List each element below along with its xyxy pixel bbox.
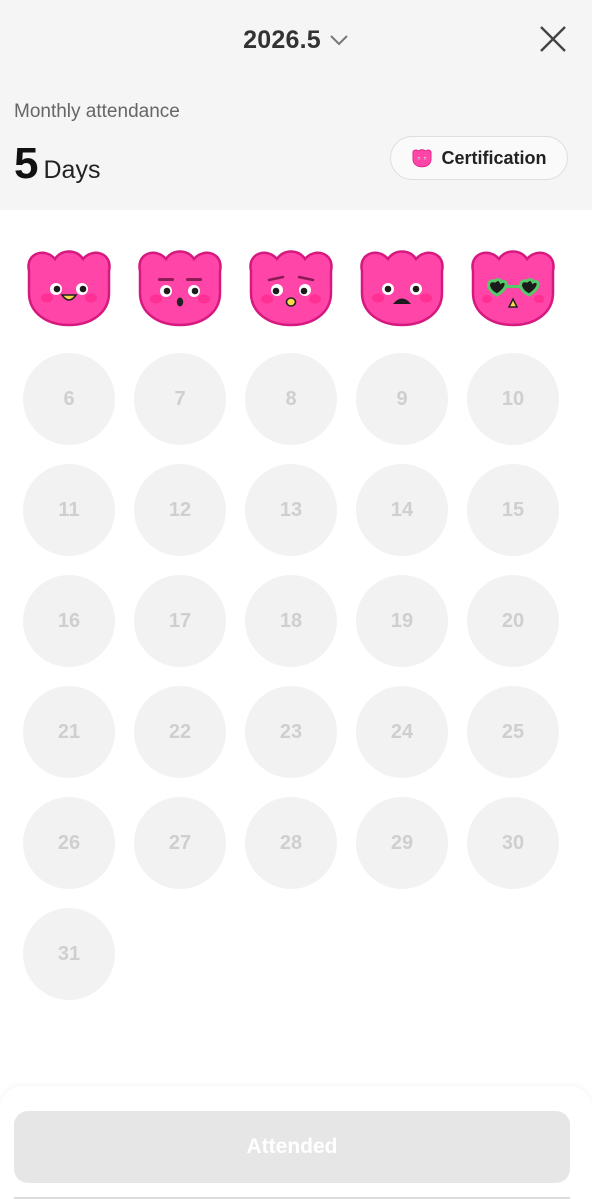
calendar-day-stamped xyxy=(356,249,448,341)
day-circle: 10 xyxy=(467,353,559,445)
calendar-day: 10 xyxy=(467,353,559,445)
calendar-day: 21 xyxy=(23,686,115,778)
calendar-day: 13 xyxy=(245,464,337,556)
mascot-stamp-icon xyxy=(360,250,444,327)
day-circle: 6 xyxy=(23,353,115,445)
day-circle: 26 xyxy=(23,797,115,889)
day-number: 25 xyxy=(501,720,525,743)
attendance-calendar: 6 7 8 9 10 11 12 13 14 15 16 17 18 19 20 21 22 23 24 25 26 27… xyxy=(0,0,592,1050)
day-circle: 28 xyxy=(245,797,337,889)
calendar-day: 28 xyxy=(245,797,337,889)
calendar-day: 31 xyxy=(23,908,115,1000)
day-circle: 27 xyxy=(134,797,226,889)
calendar-day: 7 xyxy=(134,353,226,445)
calendar-day: 20 xyxy=(467,575,559,667)
calendar-day: 14 xyxy=(356,464,448,556)
day-circle: 8 xyxy=(245,353,337,445)
day-number: 28 xyxy=(279,831,303,854)
day-number: 29 xyxy=(390,831,414,854)
calendar-day: 25 xyxy=(467,686,559,778)
day-circle: 21 xyxy=(23,686,115,778)
calendar-day: 12 xyxy=(134,464,226,556)
calendar-day-stamped xyxy=(245,249,337,341)
mascot-stamp-icon xyxy=(138,250,222,327)
day-circle: 23 xyxy=(245,686,337,778)
day-circle: 19 xyxy=(356,575,448,667)
calendar-day: 30 xyxy=(467,797,559,889)
footer: Attended xyxy=(0,1086,592,1199)
day-number: 15 xyxy=(501,498,525,521)
calendar-day: 17 xyxy=(134,575,226,667)
calendar-day-stamped xyxy=(134,249,226,341)
day-circle: 30 xyxy=(467,797,559,889)
day-circle: 7 xyxy=(134,353,226,445)
day-circle: 12 xyxy=(134,464,226,556)
mascot-stamp-icon xyxy=(249,250,333,327)
calendar-day: 15 xyxy=(467,464,559,556)
calendar-day: 26 xyxy=(23,797,115,889)
attended-label: Attended xyxy=(246,1135,338,1158)
calendar-day: 22 xyxy=(134,686,226,778)
day-circle: 24 xyxy=(356,686,448,778)
day-number: 17 xyxy=(168,609,192,632)
day-circle: 11 xyxy=(23,464,115,556)
calendar-day: 11 xyxy=(23,464,115,556)
day-number: 24 xyxy=(390,720,414,743)
mascot-stamp-icon xyxy=(471,250,555,327)
day-circle: 25 xyxy=(467,686,559,778)
day-circle: 31 xyxy=(23,908,115,1000)
day-number: 31 xyxy=(57,942,81,965)
calendar-day: 23 xyxy=(245,686,337,778)
calendar-day: 29 xyxy=(356,797,448,889)
day-number: 11 xyxy=(58,498,80,521)
calendar-day: 19 xyxy=(356,575,448,667)
day-number: 23 xyxy=(279,720,303,743)
calendar-day-stamped xyxy=(23,249,115,341)
day-number: 7 xyxy=(174,387,186,410)
day-number: 22 xyxy=(168,720,192,743)
calendar-day: 24 xyxy=(356,686,448,778)
day-number: 27 xyxy=(168,831,192,854)
calendar-day: 6 xyxy=(23,353,115,445)
calendar-day: 18 xyxy=(245,575,337,667)
day-circle: 15 xyxy=(467,464,559,556)
calendar-day: 8 xyxy=(245,353,337,445)
mascot-stamp-icon xyxy=(27,250,111,327)
calendar-day: 16 xyxy=(23,575,115,667)
day-number: 6 xyxy=(63,387,75,410)
day-circle: 9 xyxy=(356,353,448,445)
day-number: 19 xyxy=(390,609,414,632)
day-number: 8 xyxy=(285,387,297,410)
day-circle: 22 xyxy=(134,686,226,778)
day-number: 18 xyxy=(279,609,303,632)
day-circle: 20 xyxy=(467,575,559,667)
day-number: 9 xyxy=(396,387,408,410)
calendar-day: 9 xyxy=(356,353,448,445)
day-number: 26 xyxy=(57,831,81,854)
day-number: 20 xyxy=(501,609,525,632)
day-number: 13 xyxy=(279,498,303,521)
day-number: 16 xyxy=(57,609,81,632)
day-circle: 14 xyxy=(356,464,448,556)
day-number: 14 xyxy=(390,498,414,521)
day-number: 30 xyxy=(501,831,525,854)
calendar-day: 27 xyxy=(134,797,226,889)
day-number: 10 xyxy=(501,387,525,410)
attended-button[interactable]: Attended xyxy=(14,1111,570,1183)
day-circle: 29 xyxy=(356,797,448,889)
calendar-day-stamped xyxy=(467,249,559,341)
day-number: 12 xyxy=(168,498,192,521)
day-circle: 13 xyxy=(245,464,337,556)
day-number: 21 xyxy=(57,720,81,743)
day-circle: 16 xyxy=(23,575,115,667)
day-circle: 18 xyxy=(245,575,337,667)
day-circle: 17 xyxy=(134,575,226,667)
